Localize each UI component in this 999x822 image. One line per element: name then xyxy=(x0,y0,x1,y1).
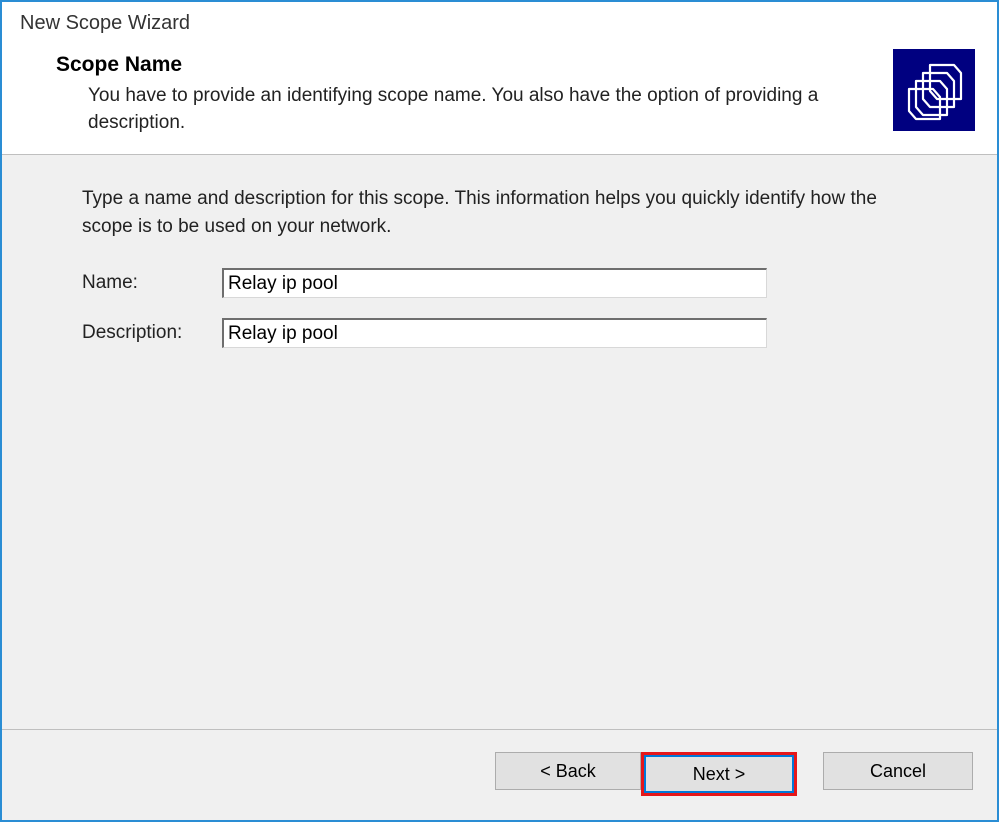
wizard-window: New Scope Wizard Scope Name You have to … xyxy=(0,0,999,822)
wizard-body: Type a name and description for this sco… xyxy=(2,155,997,729)
back-button[interactable]: < Back xyxy=(495,752,641,790)
next-button-highlight: Next > xyxy=(641,752,797,796)
window-title: New Scope Wizard xyxy=(2,2,997,49)
page-subtitle: You have to provide an identifying scope… xyxy=(88,83,868,136)
description-input[interactable] xyxy=(222,318,767,348)
next-button[interactable]: Next > xyxy=(644,755,794,793)
cancel-button[interactable]: Cancel xyxy=(823,752,973,790)
description-row: Description: xyxy=(82,318,917,348)
wizard-header-text: Scope Name You have to provide an identi… xyxy=(32,49,893,136)
folders-icon xyxy=(893,49,975,131)
body-description: Type a name and description for this sco… xyxy=(82,185,902,240)
wizard-header: Scope Name You have to provide an identi… xyxy=(2,49,997,155)
wizard-footer: < Back Next > Cancel xyxy=(2,729,997,820)
description-label: Description: xyxy=(82,322,222,344)
name-label: Name: xyxy=(82,272,222,294)
page-title: Scope Name xyxy=(56,53,873,77)
name-input[interactable] xyxy=(222,268,767,298)
name-row: Name: xyxy=(82,268,917,298)
